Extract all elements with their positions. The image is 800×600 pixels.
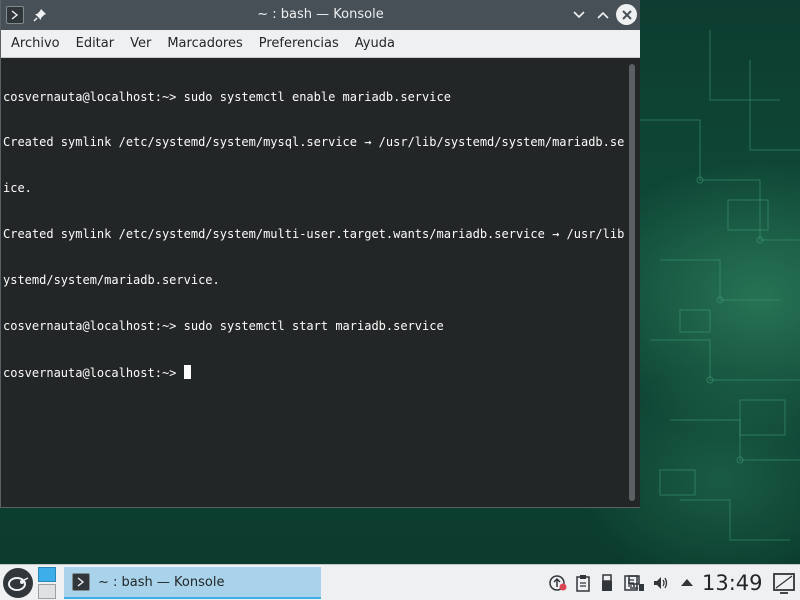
desktop-1[interactable]	[38, 567, 56, 582]
network-icon[interactable]	[627, 574, 645, 592]
terminal-line: cosvernauta@localhost:~> sudo systemctl …	[3, 89, 451, 104]
menu-preferencias[interactable]: Preferencias	[251, 30, 347, 58]
chevron-down-icon	[573, 11, 585, 19]
opensuse-launcher-icon[interactable]	[3, 568, 33, 598]
terminal-prompt-line: cosvernauta@localhost:~>	[3, 364, 624, 380]
menu-ver[interactable]: Ver	[122, 30, 159, 58]
close-icon	[621, 9, 632, 20]
wallpaper-circuit-pattern	[640, 30, 800, 541]
volume-icon[interactable]	[652, 574, 670, 592]
menu-ayuda[interactable]: Ayuda	[347, 30, 403, 58]
usb-icon[interactable]	[598, 574, 616, 592]
taskbar-item-konsole[interactable]: ~ : bash — Konsole	[64, 567, 321, 599]
terminal-line: ice.	[3, 181, 32, 196]
menu-archivo[interactable]: Archivo	[3, 30, 68, 58]
terminal-line: Created symlink /etc/systemd/system/mult…	[3, 227, 624, 242]
terminal-line: Created symlink /etc/systemd/system/mysq…	[3, 135, 624, 150]
tray-expand-icon[interactable]	[678, 574, 696, 592]
konsole-icon	[72, 573, 90, 591]
minimize-button[interactable]	[569, 5, 589, 25]
menu-editar[interactable]: Editar	[68, 30, 123, 58]
terminal-line: ystemd/system/mariadb.service.	[3, 273, 220, 288]
desktop-2[interactable]	[38, 584, 56, 599]
virtual-desktop-pager[interactable]	[38, 567, 56, 599]
chevron-up-icon	[597, 11, 609, 19]
terminal-prompt: cosvernauta@localhost:~>	[3, 365, 184, 380]
terminal-output[interactable]: cosvernauta@localhost:~> sudo systemctl …	[1, 58, 624, 507]
window-title: ~ : bash — Konsole	[257, 7, 384, 22]
terminal-line: cosvernauta@localhost:~> sudo systemctl …	[3, 319, 444, 334]
clock[interactable]: 13:49	[702, 565, 766, 600]
pin-icon[interactable]	[32, 7, 48, 23]
updates-icon[interactable]	[549, 574, 567, 592]
konsole-window: ~ : bash — Konsole Archivo Editar Ver Ma…	[0, 0, 640, 508]
taskbar-item-label: ~ : bash — Konsole	[98, 574, 225, 590]
clipboard-icon[interactable]	[574, 574, 592, 592]
scrollbar-thumb[interactable]	[629, 64, 635, 501]
terminal-scrollbar[interactable]	[624, 58, 640, 507]
konsole-icon[interactable]	[6, 6, 24, 24]
show-desktop-icon[interactable]	[772, 571, 796, 595]
taskbar: ~ : bash — Konsole 13:49	[0, 564, 800, 600]
maximize-button[interactable]	[593, 5, 613, 25]
window-titlebar[interactable]: ~ : bash — Konsole	[1, 0, 640, 30]
text-cursor	[183, 364, 191, 379]
menubar: Archivo Editar Ver Marcadores Preferenci…	[1, 30, 640, 58]
menu-marcadores[interactable]: Marcadores	[159, 30, 250, 58]
close-button[interactable]	[616, 4, 637, 25]
